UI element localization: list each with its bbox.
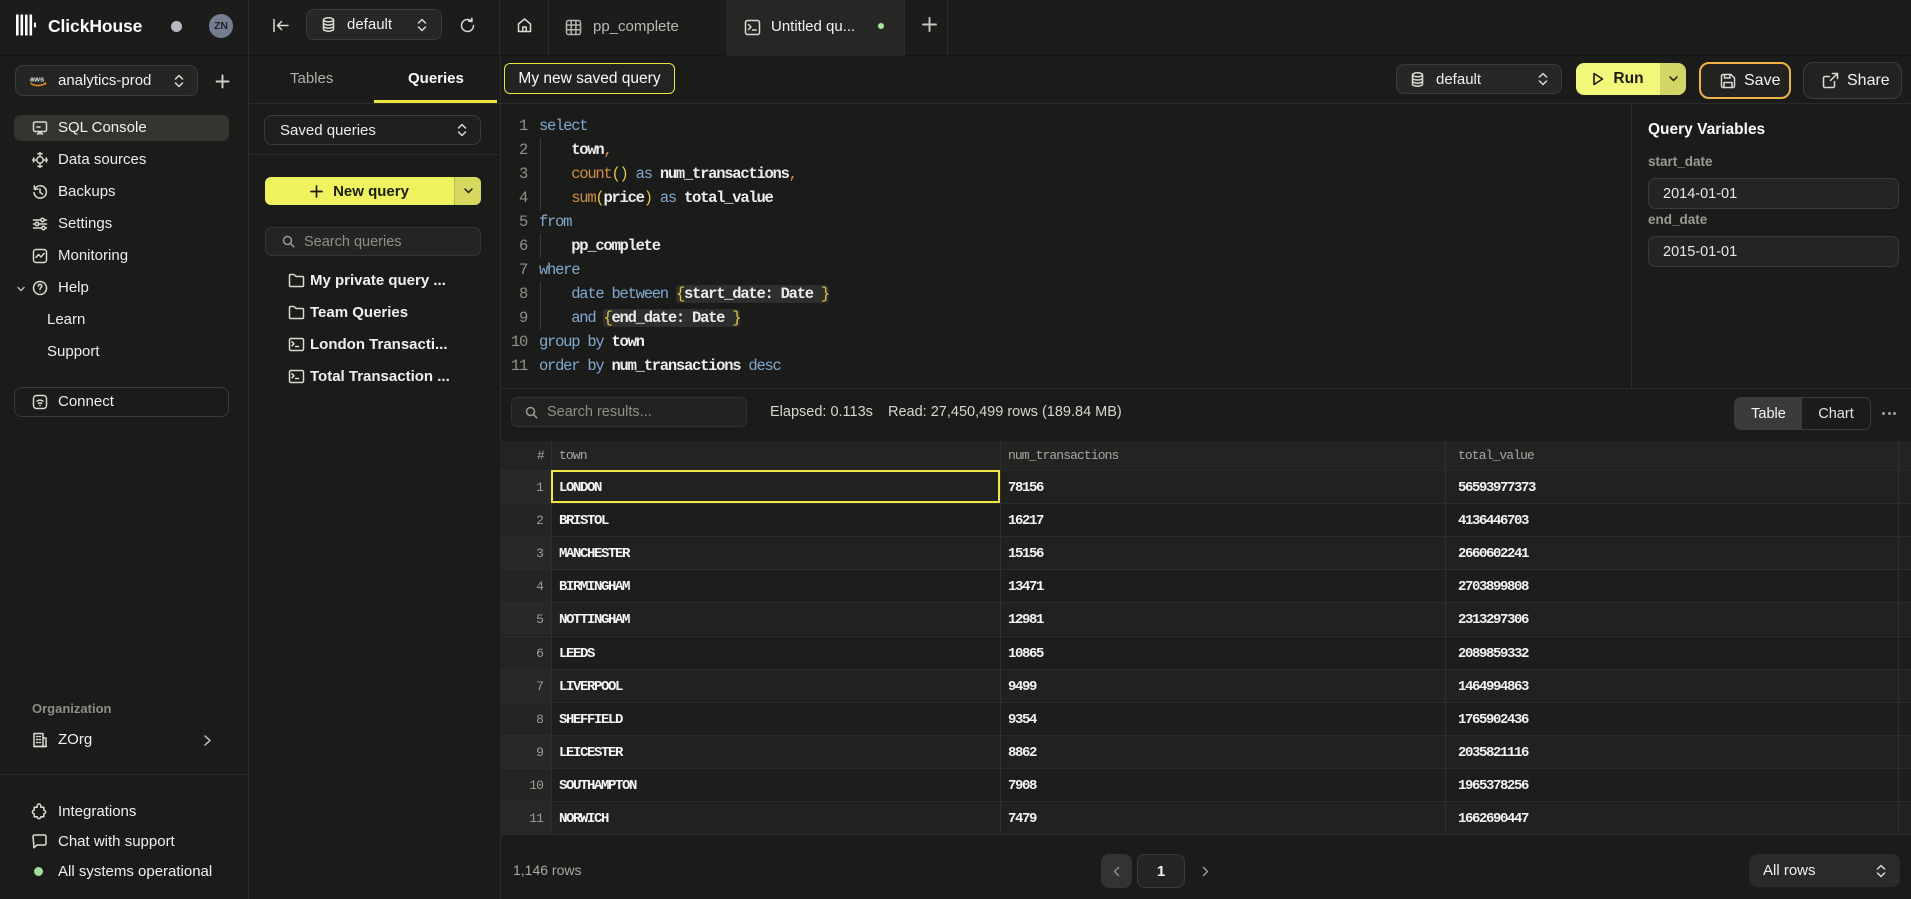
svg-text:aws: aws — [30, 75, 44, 84]
